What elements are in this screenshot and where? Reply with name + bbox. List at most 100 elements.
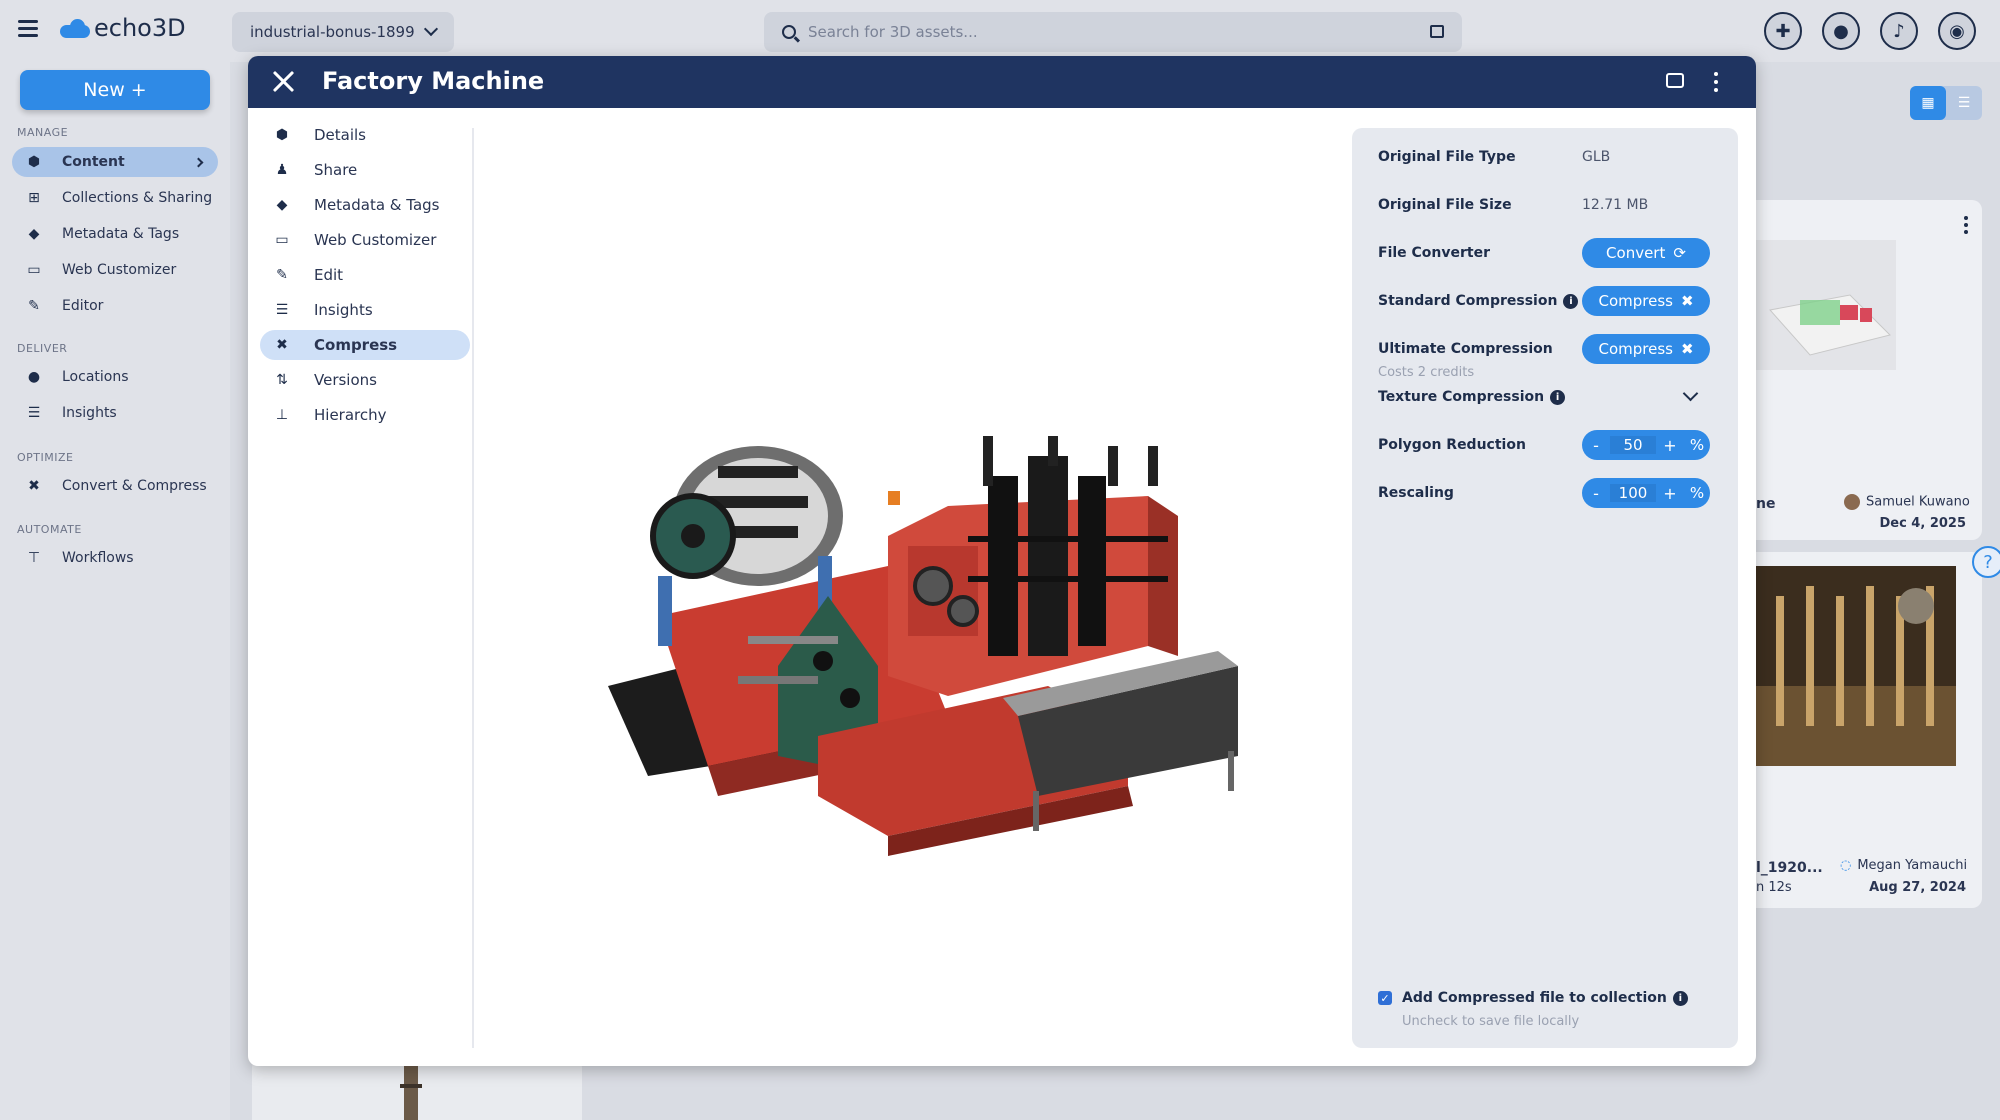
image-search-icon[interactable] — [1430, 25, 1444, 38]
nav-item-compress[interactable]: ✖ Compress — [260, 330, 470, 360]
nav-label: Insights — [314, 301, 373, 319]
add-to-collection-row[interactable]: ✓ Add Compressed file to collection i — [1378, 990, 1688, 1006]
card-menu-icon[interactable] — [1964, 216, 1968, 234]
sidebar-item-metadata[interactable]: ◆ Metadata & Tags — [12, 219, 218, 249]
nav-label: Hierarchy — [314, 406, 387, 424]
standard-compression-row: Standard Compression i Compress ✖ — [1378, 286, 1710, 316]
view-toggle: ▦ ☰ — [1910, 86, 1982, 120]
compress-icon: ✖ — [1680, 292, 1694, 310]
search-input[interactable]: Search for 3D assets... — [808, 23, 978, 41]
comment-icon[interactable] — [1666, 73, 1684, 88]
rescaling-stepper[interactable]: - 100 + % — [1582, 478, 1710, 508]
app-name: echo3D — [94, 14, 186, 42]
info-icon[interactable]: i — [1672, 990, 1688, 1006]
sidebar-item-collections[interactable]: ⊞ Collections & Sharing — [12, 183, 218, 213]
add-to-collection-label: Add Compressed file to collection — [1402, 990, 1667, 1006]
sidebar-item-label: Insights — [62, 405, 117, 421]
list-view-icon[interactable]: ☰ — [1946, 86, 1982, 120]
compression-panel: Original File Type GLB Original File Siz… — [1352, 128, 1738, 1048]
more-options-icon[interactable] — [1714, 72, 1718, 92]
section-optimize: OPTIMIZE — [17, 451, 74, 464]
modal-header: Factory Machine — [248, 56, 1756, 108]
sidebar-item-workflows[interactable]: ⊤ Workflows — [12, 543, 218, 573]
info-icon[interactable]: i — [1550, 389, 1566, 405]
user-icon[interactable]: ◉ — [1938, 12, 1976, 50]
nav-item-versions[interactable]: ⇅ Versions — [260, 365, 470, 395]
ultimate-compression-cost: Costs 2 credits — [1378, 365, 1475, 380]
compress-label: Compress — [1598, 292, 1673, 310]
polygon-reduction-stepper[interactable]: - 50 + % — [1582, 430, 1710, 460]
sidebar-item-content[interactable]: ⬢ Content — [12, 147, 218, 177]
grid-view-icon[interactable]: ▦ — [1910, 86, 1946, 120]
sidebar-item-web-customizer[interactable]: ▭ Web Customizer — [12, 255, 218, 285]
drop-icon[interactable]: ● — [1822, 12, 1860, 50]
polygon-reduction-row: Polygon Reduction - 50 + % — [1378, 430, 1710, 460]
tag-icon: ◆ — [276, 197, 288, 213]
puzzle-icon[interactable]: ✚ — [1764, 12, 1802, 50]
sidebar-item-label: Collections & Sharing — [62, 190, 213, 206]
ultimate-compress-button[interactable]: Compress ✖ — [1582, 334, 1710, 364]
original-file-type-value: GLB — [1582, 149, 1611, 165]
sidebar-item-label: Locations — [62, 369, 129, 385]
compress-icon: ✖ — [276, 337, 288, 353]
pencil-icon: ✎ — [28, 298, 40, 314]
increment-button[interactable]: + — [1656, 484, 1684, 503]
logo[interactable]: echo3D — [60, 14, 186, 42]
asset-card[interactable] — [252, 1058, 582, 1120]
section-deliver: DELIVER — [17, 342, 68, 355]
card-duration: n 12s — [1756, 880, 1792, 895]
decrement-button[interactable]: - — [1582, 436, 1610, 455]
decrement-button[interactable]: - — [1582, 484, 1610, 503]
chevron-down-icon[interactable] — [1682, 385, 1699, 402]
author-name: Megan Yamauchi — [1857, 858, 1968, 873]
sidebar-item-convert-compress[interactable]: ✖ Convert & Compress — [12, 471, 218, 501]
section-manage: MANAGE — [17, 126, 69, 139]
vr-glasses-icon: ▭ — [27, 262, 41, 278]
rescaling-value[interactable]: 100 — [1610, 484, 1656, 502]
sidebar-item-label: Editor — [62, 298, 104, 314]
nav-item-web-customizer[interactable]: ▭ Web Customizer — [260, 225, 470, 255]
ultimate-compression-row: Ultimate Compression Compress ✖ — [1378, 334, 1710, 364]
convert-button[interactable]: Convert ⟳ — [1582, 238, 1710, 268]
asset-card[interactable]: l_1920... n 12s ◌ Megan Yamauchi Aug 27, … — [1740, 552, 1982, 908]
file-converter-row: File Converter Convert ⟳ — [1378, 238, 1710, 268]
author-name: Samuel Kuwano — [1866, 494, 1970, 510]
sidebar-item-label: Workflows — [62, 550, 134, 566]
project-select[interactable]: industrial-bonus-1899 — [232, 12, 454, 52]
new-button[interactable]: New + — [20, 70, 210, 110]
nav-item-metadata[interactable]: ◆ Metadata & Tags — [260, 190, 470, 220]
top-bar: echo3D industrial-bonus-1899 Search for … — [0, 0, 2000, 62]
sidebar-item-label: Convert & Compress — [62, 478, 207, 494]
info-icon[interactable]: i — [1563, 293, 1579, 309]
standard-compress-button[interactable]: Compress ✖ — [1582, 286, 1710, 316]
nav-item-edit[interactable]: ✎ Edit — [260, 260, 470, 290]
refresh-icon: ⟳ — [1673, 244, 1686, 262]
sidebar-item-locations[interactable]: ● Locations — [12, 362, 218, 392]
workflow-icon: ⊤ — [27, 550, 41, 566]
nav-label: Metadata & Tags — [314, 196, 440, 214]
asset-card[interactable]: ne Samuel Kuwano Dec 4, 2025 — [1740, 200, 1982, 540]
card-date: Aug 27, 2024 — [1869, 880, 1966, 895]
sidebar-item-label: Web Customizer — [62, 262, 177, 278]
help-icon[interactable]: ? — [1972, 546, 2000, 578]
nav-label: Compress — [314, 336, 398, 354]
nav-item-share[interactable]: ♟ Share — [260, 155, 470, 185]
increment-button[interactable]: + — [1656, 436, 1684, 455]
sidebar-item-insights[interactable]: ☰ Insights — [12, 398, 218, 428]
polygon-reduction-value[interactable]: 50 — [1610, 436, 1656, 454]
sidebar-item-label: Content — [62, 154, 125, 170]
bell-icon[interactable]: ♪ — [1880, 12, 1918, 50]
close-icon[interactable] — [272, 70, 294, 92]
nav-item-hierarchy[interactable]: ⊥ Hierarchy — [260, 400, 470, 430]
grid-icon: ⊞ — [28, 190, 40, 206]
texture-compression-row[interactable]: Texture Compression i — [1378, 382, 1710, 412]
cloud-logo-icon — [60, 19, 90, 38]
add-to-collection-checkbox[interactable]: ✓ — [1378, 991, 1392, 1005]
sidebar-item-editor[interactable]: ✎ Editor — [12, 291, 218, 321]
menu-icon[interactable] — [18, 20, 38, 38]
search-bar[interactable]: Search for 3D assets... — [764, 12, 1462, 52]
nav-item-details[interactable]: ⬢ Details — [260, 120, 470, 150]
nav-item-insights[interactable]: ☰ Insights — [260, 295, 470, 325]
rescaling-label: Rescaling — [1378, 485, 1454, 501]
add-to-collection-hint: Uncheck to save file locally — [1402, 1014, 1580, 1029]
